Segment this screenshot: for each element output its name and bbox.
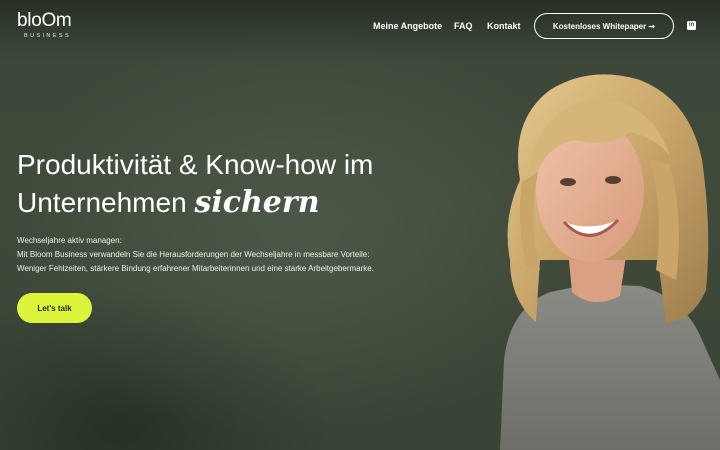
whitepaper-button-label: Kostenloses Whitepaper ➞ — [552, 21, 656, 31]
description-line-1: Wechseljahre aktiv managen: — [17, 236, 122, 245]
description-line-3: Weniger Fehlzeiten, stärkere Bindung erf… — [17, 264, 374, 274]
brand-logo[interactable]: bloOm BUSINESS — [17, 11, 87, 41]
headline-accent-word: sichern — [194, 185, 320, 220]
headline-line-2: Unternehmen — [17, 187, 195, 218]
whitepaper-button[interactable]: Kostenloses Whitepaper ➞ — [534, 13, 674, 39]
linkedin-icon[interactable]: in — [687, 21, 696, 30]
nav-link-meine-angebote[interactable]: Meine Angebote — [373, 18, 442, 34]
nav-link-kontakt[interactable]: Kontakt — [487, 18, 521, 34]
logo-wordmark: bloOm — [17, 10, 72, 31]
headline-line-1: Produktivität & Know-how im — [17, 149, 374, 180]
description-line-2: Mit Bloom Business verwandeln Sie die He… — [17, 250, 370, 260]
woman-portrait-image — [500, 74, 720, 450]
lets-talk-button-label: Let's talk — [37, 303, 72, 313]
nav-link-faq[interactable]: FAQ — [454, 18, 473, 34]
hero-headline: Produktivität & Know-how im Unternehmen … — [17, 146, 437, 222]
logo-subtitle: BUSINESS — [24, 33, 72, 39]
linkedin-icon-glyph: in — [688, 22, 695, 28]
lets-talk-button[interactable]: Let's talk — [17, 293, 92, 323]
hero-description: Wechseljahre aktiv managen: Mit Bloom Bu… — [17, 234, 417, 277]
